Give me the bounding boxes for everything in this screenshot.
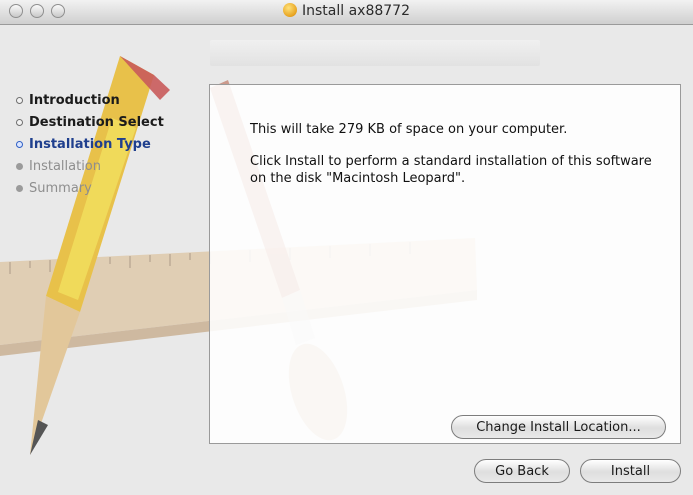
window-title: Install ax88772 bbox=[302, 3, 410, 19]
window-title-wrap: Install ax88772 bbox=[0, 3, 693, 19]
install-instructions-text: Click Install to perform a standard inst… bbox=[250, 154, 652, 186]
step-pending-bullet-icon bbox=[16, 184, 23, 192]
step-current-bullet-icon bbox=[16, 140, 23, 148]
step-introduction: Introduction bbox=[16, 90, 201, 110]
step-label: Summary bbox=[29, 180, 92, 196]
step-complete-bullet-icon bbox=[16, 118, 23, 126]
step-label: Installation bbox=[29, 158, 102, 174]
step-installation-type: Installation Type bbox=[16, 134, 201, 154]
change-install-location-button[interactable]: Change Install Location... bbox=[451, 415, 666, 439]
installation-steps-list: Introduction Destination Select Installa… bbox=[16, 90, 201, 200]
step-label: Installation Type bbox=[29, 136, 151, 152]
content-panel: This will take 279 KB of space on your c… bbox=[209, 84, 681, 444]
space-required-text: This will take 279 KB of space on your c… bbox=[250, 122, 568, 137]
step-label: Introduction bbox=[29, 92, 120, 108]
step-pending-bullet-icon bbox=[16, 162, 23, 170]
step-destination-select: Destination Select bbox=[16, 112, 201, 132]
step-complete-bullet-icon bbox=[16, 96, 23, 104]
install-button[interactable]: Install bbox=[580, 459, 681, 483]
window-title-bar: Install ax88772 bbox=[0, 0, 693, 25]
step-installation: Installation bbox=[16, 156, 201, 176]
pane-heading-bar bbox=[210, 40, 540, 66]
step-summary: Summary bbox=[16, 178, 201, 198]
step-label: Destination Select bbox=[29, 114, 164, 130]
installer-package-icon bbox=[283, 3, 297, 17]
go-back-button[interactable]: Go Back bbox=[474, 459, 570, 483]
